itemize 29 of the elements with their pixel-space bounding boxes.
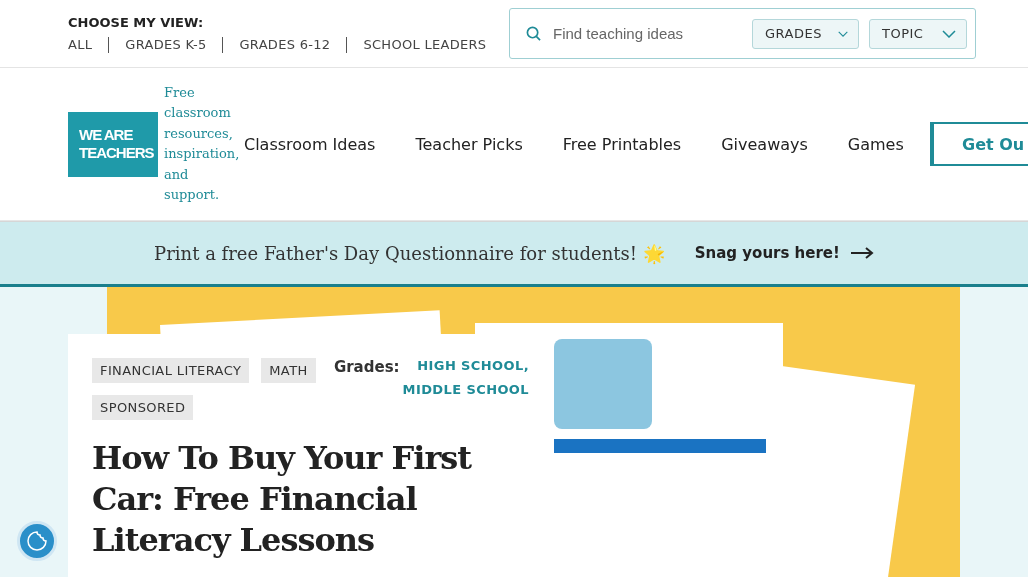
grade-link[interactable]: HIGH SCHOOL, <box>417 358 529 376</box>
cookie-icon <box>26 530 48 552</box>
grade-link[interactable]: MIDDLE SCHOOL <box>402 382 529 397</box>
newsletter-button[interactable]: Get Ou <box>930 122 1028 166</box>
grades-label: Grades: <box>333 358 400 376</box>
nav-link[interactable]: Classroom Ideas <box>244 134 376 154</box>
nav-link[interactable]: Games <box>847 134 904 154</box>
tagline: Free classroom resources, inspiration, and support. <box>164 83 241 204</box>
category-tag[interactable]: SPONSORED <box>92 395 194 420</box>
view-link[interactable]: ALL <box>68 36 109 53</box>
nav-link[interactable]: Free Printables <box>562 134 682 154</box>
article-title: How To Buy Your First Car: Free Financial Literacy Lessons <box>92 438 473 561</box>
chevron-down-icon <box>837 29 848 38</box>
arrow-right-icon <box>849 247 874 259</box>
filter-dropdown[interactable]: TOPIC <box>869 18 967 49</box>
nav-link[interactable]: Teacher Picks <box>415 134 523 154</box>
view-link[interactable]: GRADES 6-12 <box>222 36 347 53</box>
view-link[interactable]: SCHOOL LEADERS <box>346 36 503 53</box>
category-tag[interactable]: MATH <box>261 358 316 383</box>
banner-text: Print a free Father's Day Questionnaire for students! 🌟 <box>154 242 665 264</box>
filter-dropdown[interactable]: GRADES <box>752 18 859 49</box>
search-icon <box>526 26 541 41</box>
view-link[interactable]: GRADES K-5 <box>108 36 223 53</box>
search-field[interactable]: Find teaching ideas GRADES TOPIC <box>509 8 976 59</box>
category-tag[interactable]: FINANCIAL LITERACY <box>92 358 250 383</box>
chevron-down-icon <box>942 29 956 38</box>
view-heading: CHOOSE MY VIEW: <box>68 14 205 30</box>
banner-link[interactable]: Snag yours here! <box>694 244 874 262</box>
nav-link[interactable]: Giveaways <box>721 134 808 154</box>
